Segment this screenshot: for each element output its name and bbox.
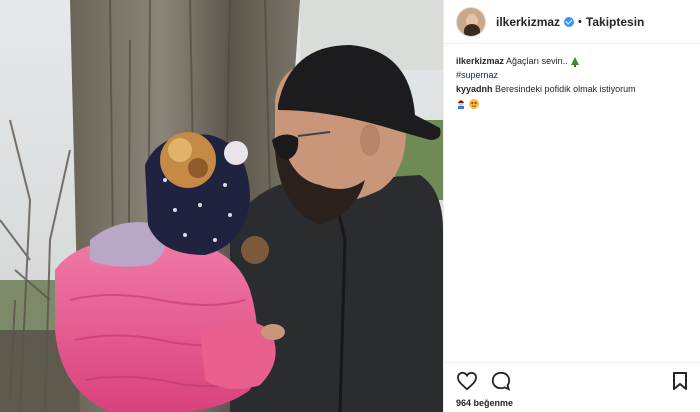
caption-text: Ağaçları sevin.. (506, 56, 568, 66)
following-button[interactable]: Takiptesin (586, 15, 644, 29)
caption-username[interactable]: ilkerkizmaz (456, 56, 504, 66)
comment-emojis (456, 96, 688, 110)
post-side-panel: ilkerkizmaz • Takiptesin ilkerkizmaz Ağa… (443, 0, 700, 412)
comment-text: Beresindeki pofidik olmak istiyorum (495, 84, 636, 94)
verified-badge-icon (564, 16, 575, 27)
post-image (0, 0, 443, 412)
comment-username[interactable]: kyyadnh (456, 84, 493, 94)
comment-item: kyyadnh Beresindeki pofidik olmak istiyo… (456, 82, 688, 96)
action-icons (456, 369, 688, 393)
christmas-tree-icon (571, 56, 580, 67)
separator-dot: • (578, 15, 582, 28)
post-photo (0, 0, 443, 412)
comments-section: ilkerkizmaz Ağaçları sevin.. #supernaz k… (444, 44, 700, 120)
likes-count[interactable]: 964 beğenme (456, 398, 688, 408)
heart-eyes-emoji-icon (468, 98, 479, 109)
heart-icon[interactable] (456, 371, 478, 391)
instagram-post: ilkerkizmaz • Takiptesin ilkerkizmaz Ağa… (0, 0, 700, 412)
post-header: ilkerkizmaz • Takiptesin (444, 0, 700, 44)
avatar[interactable] (456, 6, 486, 37)
girl-emoji-icon (458, 99, 464, 109)
bookmark-icon[interactable] (672, 371, 688, 391)
post-actions: 964 beğenme (444, 362, 700, 412)
username-link[interactable]: ilkerkizmaz (496, 15, 560, 29)
hashtag-link[interactable]: #supernaz (456, 68, 688, 82)
comment-bubble-icon[interactable] (490, 371, 512, 391)
caption: ilkerkizmaz Ağaçları sevin.. (456, 54, 688, 68)
